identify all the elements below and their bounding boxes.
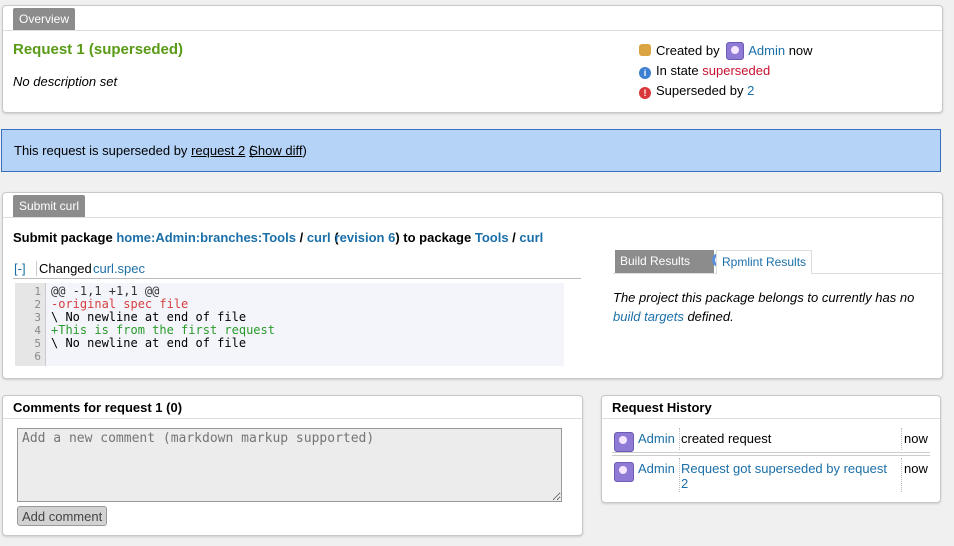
history-row: Admin created request now: [612, 426, 930, 453]
source-project-link[interactable]: home:Admin:branches:Tools: [116, 230, 296, 245]
warning-icon: !: [639, 87, 651, 99]
request-description: No description set: [13, 74, 118, 89]
history-row: Admin Request got superseded by request …: [612, 455, 930, 494]
diff-line-context: [51, 350, 275, 363]
tab-submit-curl[interactable]: Submit curl: [13, 195, 86, 217]
submit-panel: Submit curl Submit package home:Admin:br…: [2, 192, 943, 379]
tab-rpmlint-label: Rpmlint Results: [722, 255, 807, 269]
notice-close-paren: ): [302, 143, 307, 158]
avatar: [726, 42, 745, 60]
target-package-link[interactable]: curl: [519, 230, 543, 245]
history-action: created request: [681, 431, 772, 446]
line-number: 1: [34, 285, 41, 298]
slash: /: [512, 230, 516, 245]
to-package-label: to package: [403, 230, 472, 245]
created-by-label: Created by: [656, 43, 720, 58]
state-label: In state: [656, 63, 699, 78]
superseded-by-link[interactable]: 2: [747, 83, 754, 98]
build-results-message: The project this package belongs to curr…: [613, 288, 933, 326]
comments-divider: [3, 418, 582, 419]
collapse-toggle[interactable]: [-]: [14, 261, 26, 276]
history-when: now: [904, 431, 928, 446]
build-targets-link[interactable]: build targets: [613, 309, 684, 324]
page-title: Request 1 (superseded): [13, 41, 184, 58]
created-by-row: Created by Admin now: [639, 41, 813, 61]
comment-input[interactable]: [17, 428, 562, 502]
build-message-suffix: defined.: [687, 309, 734, 324]
target-project-link[interactable]: Tools: [475, 230, 509, 245]
state-row: i In state superseded: [639, 61, 813, 81]
diff-view: 1 2 3 4 5 6 @@ -1,1 +1,1 @@ -original sp…: [15, 283, 564, 366]
revision-link[interactable]: revision 6: [335, 230, 396, 245]
creator-link[interactable]: Admin: [748, 43, 785, 58]
add-comment-button[interactable]: Add comment: [17, 506, 108, 526]
notice-request-link[interactable]: request 2: [191, 143, 245, 158]
source-package-link[interactable]: curl: [307, 230, 331, 245]
line-number: 6: [34, 350, 41, 363]
history-user-link[interactable]: Admin: [638, 431, 675, 446]
history-title: Request History: [612, 400, 712, 415]
slash: /: [299, 230, 304, 245]
line-number: 3: [34, 311, 41, 324]
build-results-tabs: Build Results Rpmlint Results: [613, 250, 942, 274]
line-number: 4: [34, 324, 41, 337]
submit-prefix: Submit package: [13, 230, 113, 245]
request-meta: Created by Admin now i In state supersede…: [639, 41, 813, 101]
history-col-sep: [679, 458, 680, 492]
diff-header: [-] Changed curl.spec: [13, 261, 581, 279]
comments-title: Comments for request 1 (0): [13, 400, 183, 415]
history-col-sep: [901, 428, 902, 450]
diff-line-context: \ No newline at end of file: [51, 336, 247, 350]
changed-label: Changed: [36, 261, 92, 276]
history-user-link[interactable]: Admin: [638, 461, 675, 476]
comments-panel: Comments for request 1 (0) Add comment: [2, 395, 583, 536]
history-panel: Request History Admin created request no…: [601, 395, 941, 503]
avatar: [614, 432, 634, 452]
history-col-sep: [901, 458, 902, 492]
show-diff-link[interactable]: Show diff: [249, 143, 302, 158]
history-divider: [602, 418, 940, 419]
build-message-text: The project this package belongs to curr…: [613, 290, 915, 305]
history-action-link[interactable]: Request got superseded by request 2: [681, 461, 896, 491]
line-numbers: 1 2 3 4 5 6: [15, 285, 41, 363]
superseded-notice: This request is superseded by request 2 …: [1, 129, 941, 172]
tab-build-results[interactable]: Build Results: [615, 250, 726, 273]
submit-heading: Submit package home:Admin:branches:Tools…: [13, 230, 543, 245]
history-when: now: [904, 461, 928, 476]
state-value: superseded: [702, 63, 771, 78]
line-number: 5: [34, 337, 41, 350]
tab-divider: [3, 217, 942, 218]
changed-file-link[interactable]: curl.spec: [93, 261, 145, 276]
line-number: 2: [34, 298, 41, 311]
notice-text: This request is superseded by: [14, 143, 188, 158]
overview-panel: Overview Request 1 (superseded) No descr…: [2, 5, 943, 113]
tab-divider: [3, 30, 942, 31]
tab-build-results-label: Build Results: [620, 254, 691, 268]
tab-rpmlint-results[interactable]: Rpmlint Results: [716, 250, 813, 274]
user-icon: [639, 44, 651, 56]
tab-overview[interactable]: Overview: [13, 8, 76, 30]
rev-close: ): [395, 230, 400, 245]
history-col-sep: [679, 428, 680, 450]
avatar: [614, 462, 634, 482]
diff-code: @@ -1,1 +1,1 @@ -original spec file \ No…: [51, 285, 275, 363]
created-when: now: [788, 43, 813, 58]
superseded-by-label: Superseded by: [656, 83, 744, 98]
info-icon: i: [639, 67, 651, 79]
superseded-row: ! Superseded by 2: [639, 81, 813, 101]
